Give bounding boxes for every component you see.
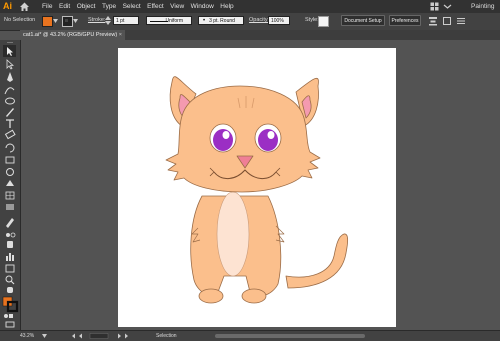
menu-list: File Edit Object Type Select Effect View… [42,3,234,10]
zoom-tool-icon[interactable] [5,275,15,285]
chevron-down-icon[interactable] [53,19,58,23]
symbol-sprayer-tool-icon[interactable] [7,241,13,248]
stroke-label[interactable]: Stroke: [88,17,105,23]
hand-tool-icon[interactable] [7,287,13,293]
opacity-field[interactable]: 100% [268,16,290,25]
transform-icon[interactable] [442,16,452,26]
document-tab-bar: cat1.ai* @ 43.2% (RGB/GPU Preview) × [20,30,500,40]
pen-tool-icon[interactable] [7,72,13,82]
stroke-swatch[interactable] [62,16,73,27]
cat-foot-right [241,288,267,304]
home-icon[interactable] [19,1,30,12]
type-tool-icon[interactable] [6,119,14,128]
draw-mode-icon[interactable] [4,314,13,318]
stroke-weight-field[interactable]: 1 pt [113,16,139,25]
tools-panel-icons [2,42,19,328]
tools-panel [0,40,21,330]
artboard-tool-icon[interactable] [5,264,15,273]
menu-help[interactable]: Help [220,3,233,10]
rotate-tool-icon[interactable] [5,143,15,153]
workspace-name[interactable]: Painting [471,3,495,10]
artboard-navigation[interactable] [70,333,130,339]
workspace-switcher-icon[interactable] [430,2,439,11]
cat-foot-left [198,288,224,304]
curvature-tool-icon[interactable] [4,87,15,95]
column-graph-tool-icon[interactable] [6,253,14,261]
cat-pupil-left-highlight [222,131,230,139]
document-setup-button[interactable]: Document Setup [341,15,385,26]
panel-menu-icon[interactable] [456,16,466,26]
cat-belly [216,191,250,277]
opacity-label[interactable]: Opacity: [249,17,269,23]
chevron-down-icon[interactable] [73,19,78,23]
fill-swatch[interactable] [42,16,53,27]
menu-window[interactable]: Window [191,3,214,10]
align-icon[interactable] [428,16,438,26]
graphic-style-swatch[interactable] [318,16,329,27]
close-tab-icon[interactable]: × [119,30,122,40]
menu-object[interactable]: Object [77,3,96,10]
menu-view[interactable]: View [170,3,184,10]
cat-illustration [165,76,349,304]
menu-select[interactable]: Select [123,3,141,10]
screen-mode-icon[interactable] [5,321,15,328]
app-logo: Ai [3,1,12,11]
ellipse-tool-icon[interactable] [5,97,15,105]
fill-stroke-icon[interactable] [2,296,19,313]
eraser-tool-icon[interactable] [4,129,16,140]
control-bar: No Selection Stroke: 1 pt Uniform • 3 pt.… [0,13,500,31]
selection-status: No Selection [4,17,36,23]
zoom-level[interactable]: 43.2% [20,333,34,339]
menu-file[interactable]: File [42,3,52,10]
cat-tail [285,233,349,289]
stepper-icon[interactable] [105,16,111,25]
cat-iris-right [258,129,278,151]
menu-effect[interactable]: Effect [147,3,164,10]
selection-tool-icon[interactable] [3,45,16,57]
eyedropper-tool-icon[interactable] [6,218,14,228]
direct-selection-tool-icon[interactable] [6,59,14,70]
style-label: Style: [305,17,319,23]
arrange-documents-icon[interactable] [443,2,452,11]
horizontal-scrollbar[interactable] [215,334,365,338]
menu-type[interactable]: Type [102,3,116,10]
mesh-tool-icon[interactable] [5,191,15,200]
menu-bar: Ai File Edit Object Type Select Effect V… [0,0,500,13]
warp-tool-icon[interactable] [6,168,14,176]
brush-definition[interactable]: • 3 pt. Round [198,16,244,25]
cat-pupil-right-highlight [267,131,275,139]
gradient-tool-icon[interactable] [6,204,14,210]
chevron-down-icon[interactable] [42,334,47,338]
cat-iris-left [213,129,233,151]
scale-tool-icon[interactable] [5,156,15,164]
menu-edit[interactable]: Edit [59,3,70,10]
artboard[interactable] [118,48,396,327]
preferences-button[interactable]: Preferences [389,15,421,26]
status-bar: 43.2% Selection [0,330,500,341]
paintbrush-tool-icon[interactable] [6,108,14,117]
variable-width-profile[interactable]: Uniform [146,16,192,25]
document-tab[interactable]: cat1.ai* @ 43.2% (RGB/GPU Preview) × [20,30,125,40]
shape-builder-tool-icon[interactable] [6,180,14,186]
current-tool: Selection [156,333,177,339]
document-title: cat1.ai* @ 43.2% (RGB/GPU Preview) [23,32,118,38]
blend-tool-icon[interactable] [6,232,16,238]
